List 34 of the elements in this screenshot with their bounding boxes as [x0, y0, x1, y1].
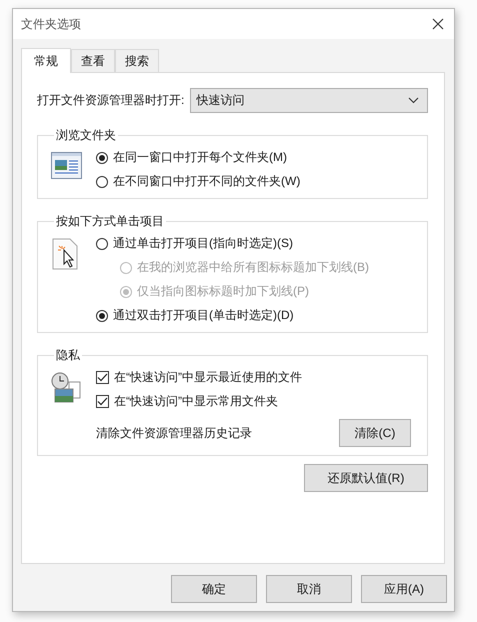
- chevron-down-icon: [408, 97, 419, 104]
- tab[interactable]: 搜索: [115, 49, 159, 72]
- restore-defaults-button[interactable]: 还原默认值(R): [304, 464, 428, 492]
- clear-history-label: 清除文件资源管理器历史记录: [96, 424, 252, 442]
- open-with-dropdown[interactable]: 快速访问: [190, 88, 428, 113]
- option-label: 在“快速访问”中显示最近使用的文件: [114, 369, 302, 386]
- cursor-click-icon: [52, 238, 80, 270]
- option-label: 在不同窗口中打开不同的文件夹(W): [113, 173, 300, 190]
- group-title: 隐私: [55, 347, 81, 364]
- tab[interactable]: 查看: [71, 49, 115, 72]
- clear-button[interactable]: 清除(C): [339, 419, 411, 447]
- close-icon[interactable]: [432, 18, 444, 30]
- option-label: 在“快速访问”中显示常用文件夹: [114, 393, 278, 410]
- option-label: 仅当指向图标标题时加下划线(P): [137, 283, 309, 300]
- open-with-label: 打开文件资源管理器时打开:: [37, 92, 184, 109]
- tab[interactable]: 常规: [21, 48, 71, 73]
- checkbox[interactable]: [96, 371, 109, 384]
- clock-pictures-icon: [51, 372, 81, 404]
- dialog-button[interactable]: 应用(A): [361, 575, 447, 603]
- radio-button[interactable]: [96, 176, 108, 188]
- radio-button[interactable]: [96, 238, 108, 250]
- group-title: 浏览文件夹: [55, 127, 117, 144]
- window-title: 文件夹选项: [21, 16, 81, 32]
- group-title: 按如下方式单击项目: [55, 213, 165, 230]
- radio-button[interactable]: [96, 310, 108, 322]
- option-label: 在同一窗口中打开每个文件夹(M): [113, 149, 287, 166]
- dialog-button[interactable]: 确定: [171, 575, 257, 603]
- option-label: 通过单击打开项目(指向时选定)(S): [113, 235, 293, 252]
- option-label: 通过双击打开项目(单击时选定)(D): [113, 307, 294, 324]
- radio-button[interactable]: [96, 152, 108, 164]
- checkbox[interactable]: [96, 395, 109, 408]
- dialog-button[interactable]: 取消: [266, 575, 352, 603]
- option-label: 在我的浏览器中给所有图标标题加下划线(B): [137, 259, 369, 276]
- window-icon: [50, 152, 82, 179]
